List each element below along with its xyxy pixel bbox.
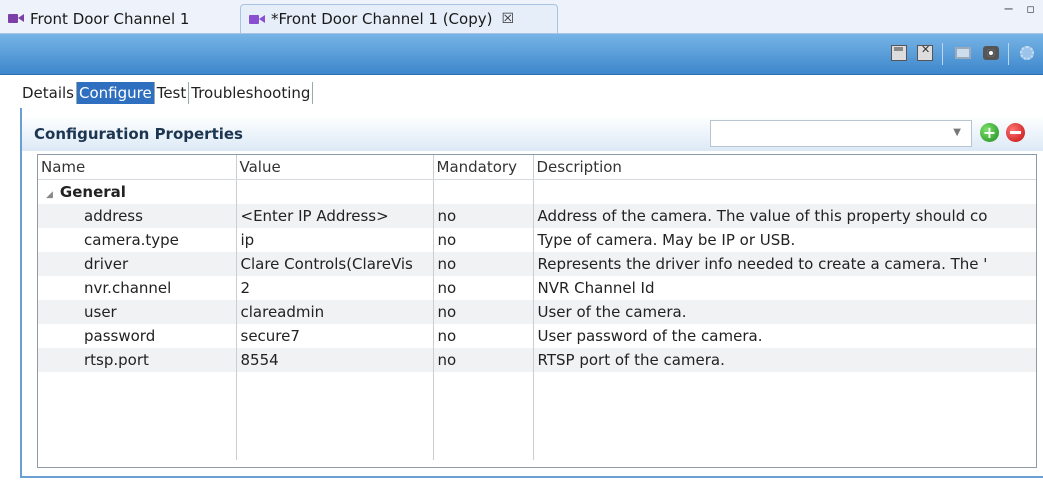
property-mandatory: no [433,252,534,276]
property-value[interactable]: Clare Controls(ClareVis [236,252,434,276]
column-header-name[interactable]: Name [38,155,237,180]
view-icon [983,46,999,60]
editor-toolbar [0,34,1043,75]
panel-title: Configuration Properties [34,125,243,143]
table-row[interactable]: rtsp.port 8554 no RTSP port of the camer… [38,348,1036,372]
property-description: NVR Channel Id [533,276,1036,300]
property-value[interactable]: clareadmin [236,300,434,324]
panel-header: Configuration Properties ▼ + [22,116,1043,151]
empty-cell [236,372,434,460]
table-row[interactable]: camera.type ip no Type of camera. May be… [38,228,1036,252]
save-icon [891,45,907,61]
property-combo[interactable]: ▼ [710,120,972,147]
minimize-maximize-icon[interactable]: − ▫ [1003,2,1039,17]
settings-button[interactable] [1016,42,1038,64]
table-row[interactable]: nvr.channel 2 no NVR Channel Id [38,276,1036,300]
monitor-icon [955,47,971,59]
editor-tab-front-door-channel-1-copy[interactable]: *Front Door Channel 1 (Copy) ☒ [240,4,558,33]
toolbar-separator [1008,43,1009,65]
table-row[interactable]: user clareadmin no User of the camera. [38,300,1036,324]
property-mandatory: no [433,228,534,252]
column-header-mandatory[interactable]: Mandatory [433,155,534,180]
property-description: Address of the camera. The value of this… [533,204,1036,228]
property-description: User password of the camera. [533,324,1036,348]
table-row[interactable]: driver Clare Controls(ClareVis no Repres… [38,252,1036,276]
save-all-icon [917,43,933,61]
empty-cell [433,372,534,460]
empty-cell [533,179,1036,204]
property-description: RTSP port of the camera. [533,348,1036,372]
group-label: General [59,183,126,201]
property-mandatory: no [433,276,534,300]
editor-tab-label: *Front Door Channel 1 (Copy) [271,10,493,28]
settings-icon [1020,46,1034,60]
view-button[interactable] [980,42,1002,64]
property-name: address [38,204,237,228]
property-description: Type of camera. May be IP or USB. [533,228,1036,252]
property-mandatory: no [433,348,534,372]
table-row[interactable]: password secure7 no User password of the… [38,324,1036,348]
property-name: driver [38,252,237,276]
monitor-button[interactable] [952,42,974,64]
empty-cell [433,179,534,204]
property-value[interactable]: <Enter IP Address> [236,204,434,228]
property-value[interactable]: 2 [236,276,434,300]
property-name: user [38,300,237,324]
editor-tab-label: Front Door Channel 1 [30,9,190,28]
sub-tab-bar: Details Configure Test Troubleshooting [20,82,314,104]
property-mandatory: no [433,300,534,324]
table-row[interactable]: address <Enter IP Address> no Address of… [38,204,1036,228]
configuration-panel: Configuration Properties ▼ + Name Value … [20,108,1043,478]
column-header-description[interactable]: Description [533,155,1036,180]
tab-details[interactable]: Details [20,82,78,104]
tab-troubleshooting[interactable]: Troubleshooting [189,82,314,104]
empty-cell [533,372,1036,460]
property-name: camera.type [38,228,237,252]
property-name: nvr.channel [38,276,237,300]
column-header-value[interactable]: Value [236,155,434,180]
chevron-down-icon[interactable]: ▼ [953,127,961,138]
table-empty-space [38,372,1036,460]
property-value[interactable]: 8554 [236,348,434,372]
empty-cell [38,372,237,460]
property-name: password [38,324,237,348]
group-cell: ◢ General [38,179,237,204]
remove-property-icon[interactable] [1006,123,1025,142]
group-row-general[interactable]: ◢ General [38,179,1036,204]
property-description: User of the camera. [533,300,1036,324]
properties-table: Name Value Mandatory Description ◢ Genera… [37,154,1037,468]
tab-test[interactable]: Test [155,82,190,104]
tab-configure[interactable]: Configure [77,82,155,104]
property-description: Represents the driver info needed to cre… [533,252,1036,276]
property-value[interactable]: ip [236,228,434,252]
property-mandatory: no [433,204,534,228]
expand-toggle-icon[interactable]: ◢ [46,190,53,200]
empty-cell [236,179,434,204]
editor-tab-front-door-channel-1[interactable]: Front Door Channel 1 [0,4,240,33]
camera-icon [8,13,24,24]
save-button[interactable] [888,42,910,64]
close-icon[interactable]: ☒ [501,11,514,27]
property-value[interactable]: secure7 [236,324,434,348]
property-mandatory: no [433,324,534,348]
camera-icon [249,14,265,25]
toolbar-separator [942,43,943,65]
editor-tab-strip: Front Door Channel 1 *Front Door Channel… [0,0,1043,34]
add-property-icon[interactable]: + [980,123,999,142]
save-all-button[interactable] [914,42,936,64]
property-name: rtsp.port [38,348,237,372]
table-header-row: Name Value Mandatory Description [38,155,1036,180]
